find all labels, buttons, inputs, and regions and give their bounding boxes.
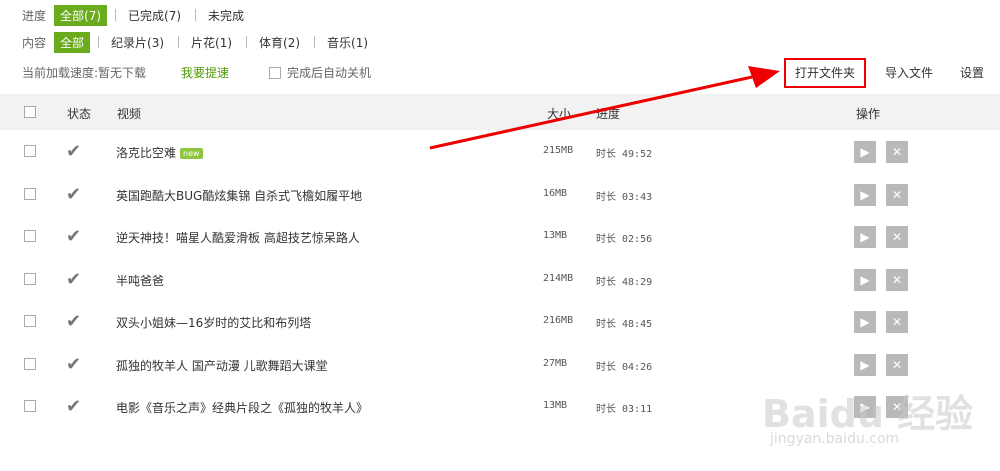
arrow-head <box>748 66 780 88</box>
arrow-shaft <box>429 75 753 150</box>
watermark-url: jingyan.baidu.com <box>770 431 900 447</box>
baidu-watermark: Baidu 经验 <box>762 392 974 436</box>
